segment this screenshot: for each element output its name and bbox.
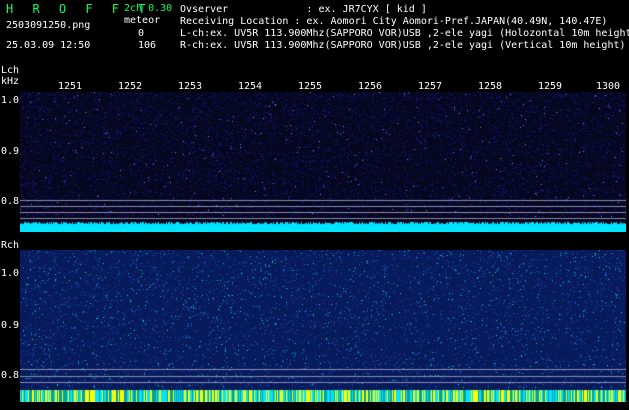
- rch-y-tick-label: 0.9: [1, 320, 20, 331]
- lch-axis-label: Lch: [1, 65, 20, 76]
- time-tick-label: 1256: [358, 81, 383, 92]
- rch-y-tick-label: 1.0: [1, 268, 20, 279]
- meteor-count-lch: 0: [138, 28, 145, 39]
- time-tick-label: 1252: [118, 81, 143, 92]
- lch-y-tick-label: 0.9: [1, 146, 20, 157]
- time-tick-label: 1259: [538, 81, 563, 92]
- mode-label: 2ch 0.30: [124, 3, 173, 14]
- time-tick-label: 1254: [238, 81, 263, 92]
- time-tick-label: 1251: [58, 81, 83, 92]
- lch-y-tick-label: 0.8: [1, 196, 20, 207]
- time-tick-label: 1300: [596, 81, 621, 92]
- rch-spectrogram: [20, 250, 626, 402]
- timestamp-label: 25.03.09 12:50: [6, 40, 91, 51]
- location-line: Receiving Location : ex. Aomori City Aom…: [180, 16, 608, 27]
- time-tick-label: 1257: [418, 81, 443, 92]
- meteor-label: meteor: [124, 15, 161, 26]
- time-tick-label: 1255: [298, 81, 323, 92]
- rch-description: R-ch:ex. UV5R 113.900Mhz(SAPPORO VOR)USB…: [180, 40, 626, 51]
- rch-axis-label: Rch: [1, 240, 20, 251]
- lch-y-tick-label: 1.0: [1, 95, 20, 106]
- rch-y-tick-label: 0.8: [1, 370, 20, 381]
- meteor-count-rch: 106: [138, 40, 157, 51]
- time-tick-label: 1253: [178, 81, 203, 92]
- lch-unit-label: kHz: [1, 76, 20, 87]
- lch-spectrogram: [20, 92, 626, 232]
- time-tick-label: 1258: [478, 81, 503, 92]
- filename-label: 2503091250.png: [6, 20, 91, 31]
- observer-line: Ovserver : ex. JR7CYX [ kid ]: [180, 4, 427, 15]
- lch-description: L-ch:ex. UV5R 113.900Mhz(SAPPORO VOR)USB…: [180, 28, 629, 39]
